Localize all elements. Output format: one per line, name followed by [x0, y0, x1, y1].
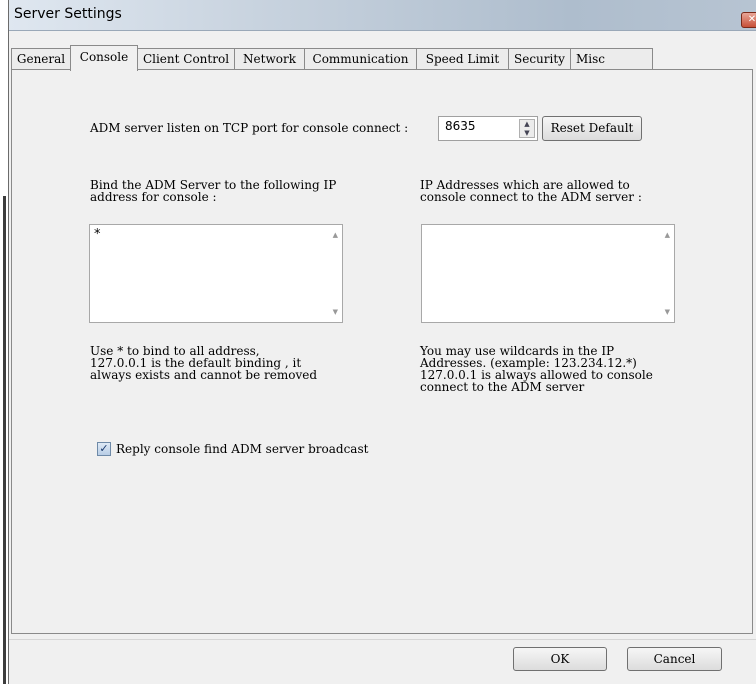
bind-list-scrollbar[interactable]: ▲ ▼: [325, 225, 342, 322]
server-settings-dialog: Server Settings ✕ General Console Client…: [8, 0, 756, 684]
spin-up-icon[interactable]: ▲: [520, 120, 534, 129]
checkmark-icon: ✓: [99, 442, 109, 455]
tab-general[interactable]: General: [11, 48, 71, 70]
cancel-button[interactable]: Cancel: [627, 647, 722, 671]
tab-security[interactable]: Security: [508, 48, 571, 70]
window-title: Server Settings: [14, 6, 122, 22]
tab-speed-limit[interactable]: Speed Limit: [416, 48, 509, 70]
background-window-edge: [0, 0, 8, 684]
ok-button[interactable]: OK: [513, 647, 607, 671]
scroll-up-icon[interactable]: ▲: [333, 231, 338, 239]
spin-down-icon[interactable]: ▼: [520, 129, 534, 138]
port-label: ADM server listen on TCP port for consol…: [90, 121, 409, 135]
close-button[interactable]: ✕: [741, 12, 756, 28]
close-icon: ✕: [747, 14, 756, 25]
title-bar[interactable]: Server Settings ✕: [9, 0, 756, 31]
tab-network[interactable]: Network: [234, 48, 305, 70]
scroll-up-icon[interactable]: ▲: [665, 231, 670, 239]
footer-divider: [9, 639, 756, 640]
scroll-down-icon[interactable]: ▼: [665, 308, 670, 316]
bind-label-line2: address for console :: [90, 190, 217, 204]
bind-help-line3: always exists and cannot be removed: [90, 368, 318, 382]
port-spin-arrows[interactable]: ▲ ▼: [519, 119, 535, 138]
tab-client-control[interactable]: Client Control: [137, 48, 235, 70]
bind-ip-list[interactable]: * ▲ ▼: [89, 224, 343, 323]
console-port-spinbox[interactable]: 8635 ▲ ▼: [438, 116, 538, 141]
edge-shadow: [3, 196, 6, 684]
reply-broadcast-label[interactable]: Reply console find ADM server broadcast: [116, 443, 368, 456]
allowed-help-line4: connect to the ADM server: [420, 380, 585, 394]
scroll-down-icon[interactable]: ▼: [333, 308, 338, 316]
tab-console[interactable]: Console: [70, 45, 138, 71]
bind-ip-entry[interactable]: *: [94, 227, 101, 242]
tab-misc[interactable]: Misc: [570, 48, 653, 70]
allowed-ip-list[interactable]: ▲ ▼: [421, 224, 675, 323]
reset-default-button[interactable]: Reset Default: [542, 116, 642, 141]
allowed-list-scrollbar[interactable]: ▲ ▼: [657, 225, 674, 322]
reply-broadcast-checkbox[interactable]: ✓: [97, 442, 111, 456]
allowed-label-line2: console connect to the ADM server :: [420, 190, 642, 204]
tab-communication[interactable]: Communication: [304, 48, 417, 70]
port-value: 8635: [445, 119, 476, 133]
